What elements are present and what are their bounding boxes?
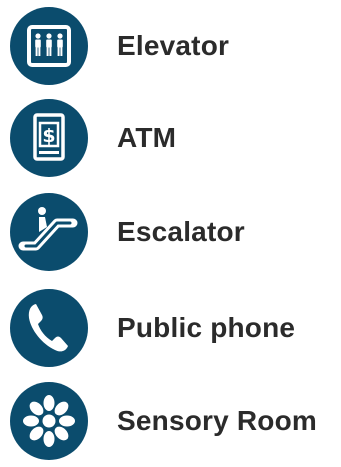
legend-label: Sensory Room xyxy=(117,405,317,436)
elevator-icon xyxy=(9,6,89,86)
legend-item-atm: $ ATM xyxy=(0,92,341,184)
atm-icon: $ xyxy=(9,98,89,178)
legend-item-escalator: Escalator xyxy=(0,186,341,278)
phone-icon xyxy=(9,288,89,368)
legend-item-sensory-room: Sensory Room xyxy=(0,375,341,467)
svg-text:$: $ xyxy=(42,125,55,147)
amenities-legend: Elevator $ ATM Escalator Public phone Se… xyxy=(0,0,341,460)
legend-item-public-phone: Public phone xyxy=(0,282,341,374)
legend-label: Public phone xyxy=(117,312,296,343)
legend-label: Elevator xyxy=(117,30,230,61)
sensory-room-icon xyxy=(9,381,89,461)
legend-item-elevator: Elevator xyxy=(0,0,341,92)
escalator-icon xyxy=(9,192,89,272)
legend-label: Escalator xyxy=(117,216,245,247)
legend-label: ATM xyxy=(117,122,177,153)
